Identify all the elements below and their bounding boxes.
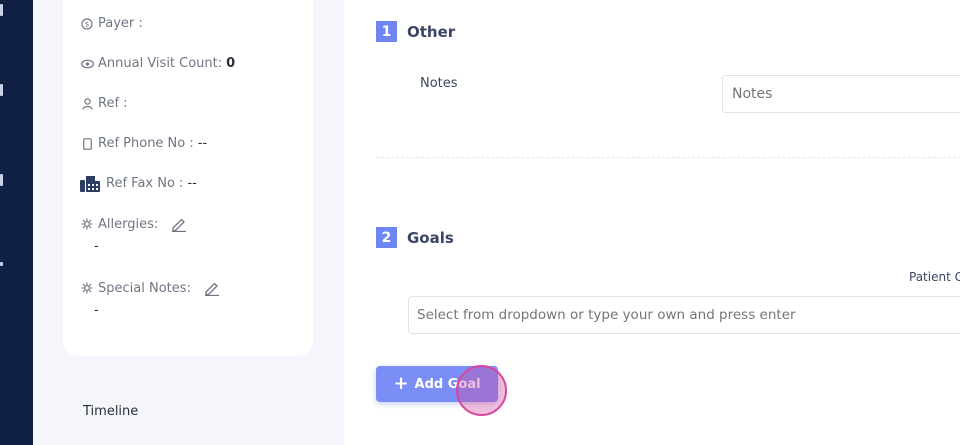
user-icon [80,97,94,111]
edit-allergies-pencil-icon[interactable] [170,216,188,232]
rail-marker [0,174,3,186]
timeline-heading[interactable]: Timeline [83,404,138,419]
ref-phone-value: -- [197,136,208,151]
section-number-badge: 2 [376,227,397,248]
section-number-badge: 1 [376,21,397,42]
special-notes-label: Special Notes: [98,280,191,296]
notes-label: Notes [420,76,458,91]
main-form: 1 Other Notes 2 Goals Patient G + Add Go… [344,0,960,445]
svg-text:$: $ [85,20,89,28]
rail-marker [0,262,3,266]
virus-icon [80,281,94,295]
edit-special-notes-pencil-icon[interactable] [203,280,221,296]
fax-icon [80,175,100,192]
allergies-row: Allergies: [80,216,188,232]
ref-fax-label: Ref Fax No : [106,176,184,191]
rail-marker [0,84,3,96]
patient-side-panel: $ Payer : Annual Visit Count: 0 Ref : Re… [33,0,344,445]
allergies-label: Allergies: [98,216,159,232]
plus-icon: + [393,373,409,394]
ref-fax-value: -- [187,176,197,191]
patient-info-card: $ Payer : Annual Visit Count: 0 Ref : Re… [63,0,313,356]
virus-icon [80,217,94,231]
click-indicator [456,365,507,416]
phone-icon [80,137,94,151]
payer-row: $ Payer : [80,16,143,31]
dollar-circle-icon: $ [80,17,94,31]
ref-phone-label: Ref Phone No : [98,136,194,151]
section-other-header: 1 Other [376,21,455,42]
section-title-goals: Goals [407,228,454,247]
special-notes-value: - [94,303,99,318]
allergies-value: - [94,239,99,254]
annual-visit-label: Annual Visit Count: [98,56,223,71]
section-goals-header: 2 Goals [376,227,454,248]
section-title-other: Other [407,22,456,41]
ref-row: Ref : [80,96,128,111]
notes-input[interactable] [722,75,960,113]
eye-icon [80,57,94,71]
payer-label: Payer : [98,16,143,31]
rail-marker [0,4,3,16]
patient-goals-label: Patient G [909,270,960,284]
left-nav-rail [0,0,33,445]
ref-fax-row: Ref Fax No : -- [80,175,197,192]
goals-select-input[interactable] [408,296,960,334]
ref-label: Ref : [98,96,128,111]
annual-visit-row: Annual Visit Count: 0 [80,56,235,71]
ref-phone-row: Ref Phone No : -- [80,136,207,151]
special-notes-row: Special Notes: [80,280,221,296]
annual-visit-value: 0 [226,56,236,71]
section-divider [376,157,960,158]
